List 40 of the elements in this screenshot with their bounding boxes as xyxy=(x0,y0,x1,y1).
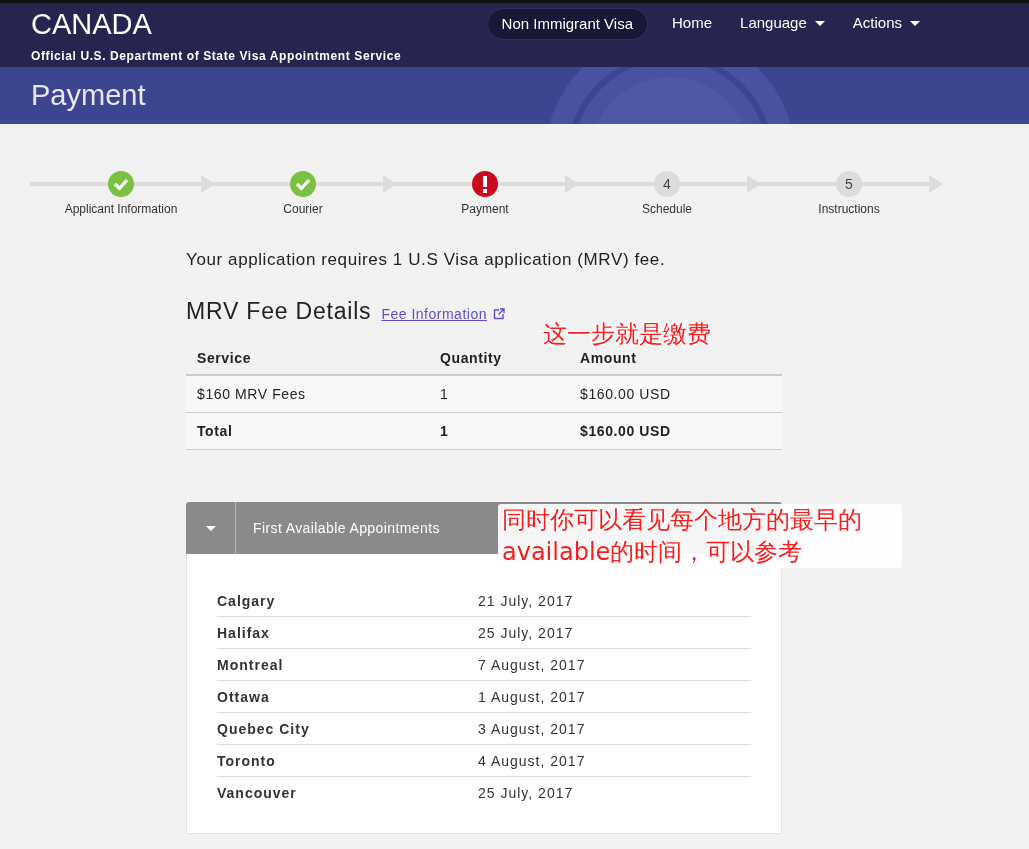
panel-title: First Available Appointments xyxy=(253,520,440,536)
step-label: Applicant Information xyxy=(64,202,178,216)
step-label: Payment xyxy=(461,202,509,216)
city-name: Toronto xyxy=(217,752,277,769)
section-heading: MRV Fee Details xyxy=(186,298,372,325)
appointment-date: 25 July, 2017 xyxy=(478,624,574,641)
nav-link[interactable]: Actions xyxy=(838,8,934,38)
site-subtitle: Official U.S. Department of State Visa Appointment Service xyxy=(31,49,402,63)
table-cell: $160.00 USD xyxy=(569,412,782,450)
step-label: Courier xyxy=(283,202,323,216)
step-label: Schedule xyxy=(641,202,692,216)
table-cell: $160.00 USD xyxy=(569,375,782,413)
city-name: Halifax xyxy=(217,624,271,641)
table-cell: 1 xyxy=(429,375,569,413)
table-cell: 1 xyxy=(429,412,569,450)
external-link-icon xyxy=(493,308,505,320)
annotation-text: 同时你可以看见每个地方的最早的available的时间，可以参考 xyxy=(498,504,902,568)
table-cell: Total xyxy=(186,412,429,450)
city-name: Montreal xyxy=(217,656,285,673)
step-number: 5 xyxy=(836,171,862,197)
appointment-date: 4 August, 2017 xyxy=(478,752,586,769)
appointment-date: 3 August, 2017 xyxy=(478,720,586,737)
table-cell: $160 MRV Fees xyxy=(186,375,429,413)
intro-text: Your application requires 1 U.S Visa application (MRV) fee. xyxy=(186,250,667,270)
appointment-date: 1 August, 2017 xyxy=(478,688,586,705)
nav-pill-button[interactable]: Non Immigrant Visa xyxy=(486,8,649,40)
city-name: Ottawa xyxy=(217,688,271,705)
appointment-date: 21 July, 2017 xyxy=(478,592,574,609)
appointment-date: 7 August, 2017 xyxy=(478,656,586,673)
site-title: CANADA xyxy=(31,7,153,41)
step-number: 4 xyxy=(654,171,680,197)
city-name: Vancouver xyxy=(217,784,298,801)
nav-link[interactable]: Language xyxy=(726,8,839,38)
city-name: Quebec City xyxy=(217,720,311,737)
page-title: Payment xyxy=(31,79,146,112)
appointment-date: 25 July, 2017 xyxy=(478,784,574,801)
city-name: Calgary xyxy=(217,592,277,609)
fee-information-link[interactable]: Fee Information xyxy=(381,306,505,322)
step-label: Instructions xyxy=(818,202,880,216)
nav-link[interactable]: Home xyxy=(658,8,727,38)
